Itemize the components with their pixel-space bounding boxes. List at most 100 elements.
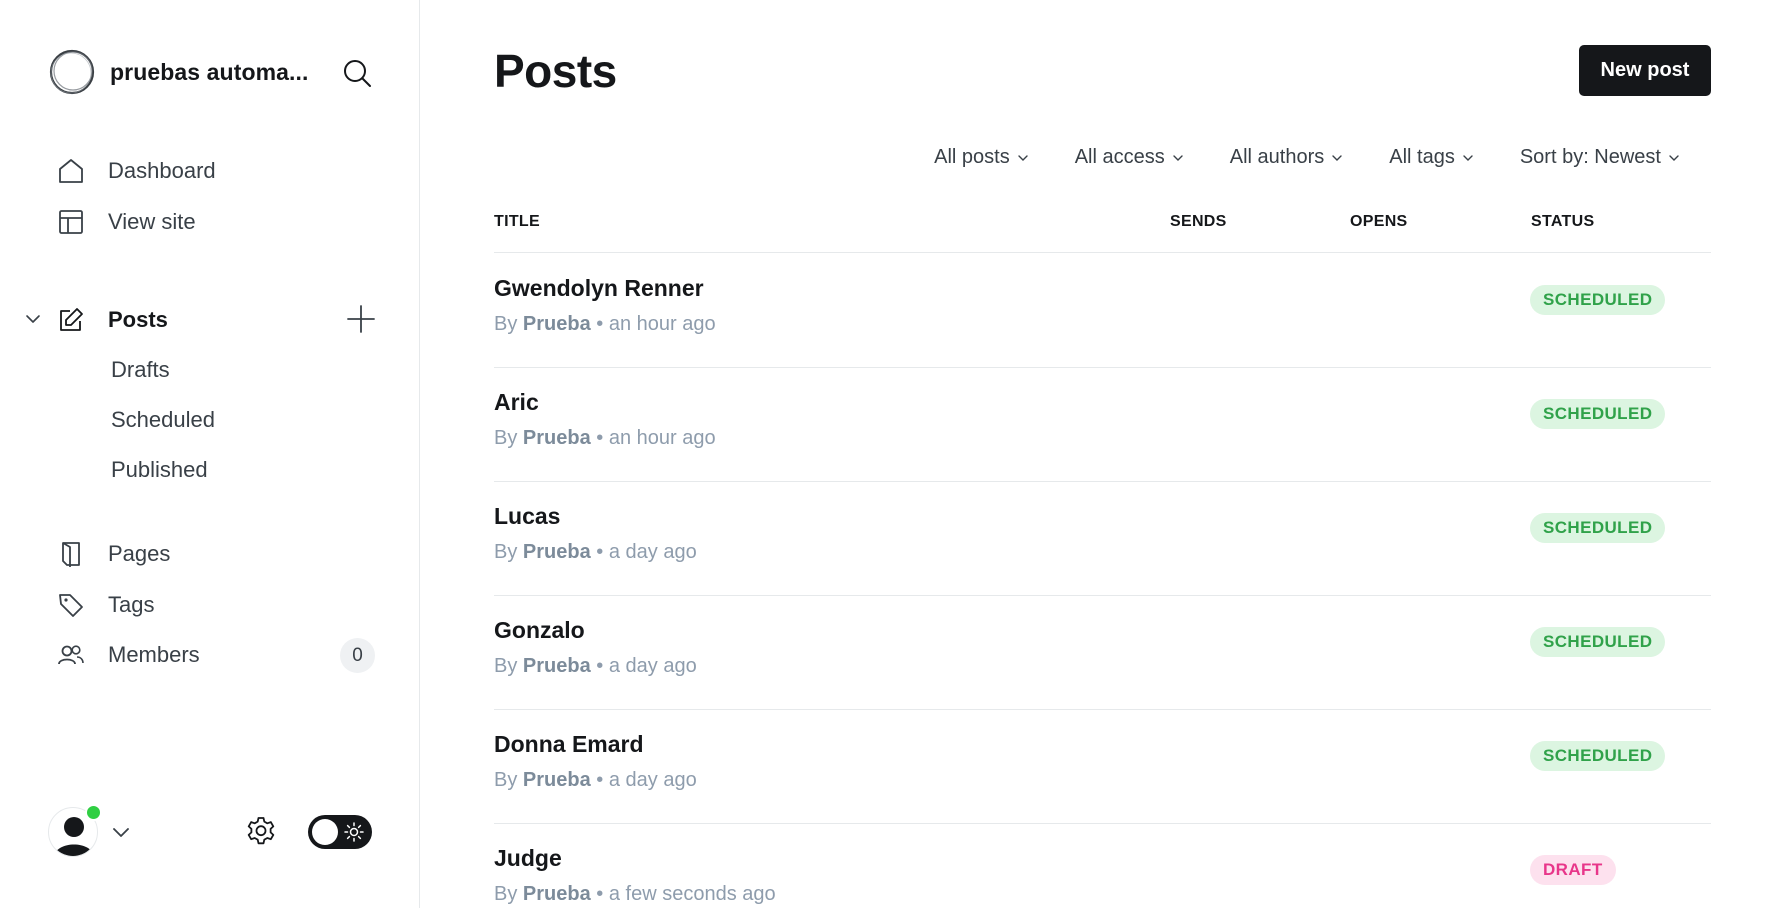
- gear-icon: [247, 817, 275, 845]
- post-meta-by: By: [494, 427, 518, 449]
- status-badge: SCHEDULED: [1530, 285, 1666, 315]
- settings-button[interactable]: [244, 814, 278, 848]
- post-meta-separator: •: [596, 427, 604, 449]
- toggle-knob: [312, 819, 338, 845]
- table-row[interactable]: Aric By Prueba • an hour ago SCHEDULED: [494, 367, 1711, 481]
- posts-collapse-toggle[interactable]: [22, 308, 44, 330]
- post-meta: By Prueba • an hour ago: [494, 313, 716, 336]
- members-icon: [56, 640, 86, 670]
- chevron-down-icon: [1018, 154, 1028, 161]
- nav-pages[interactable]: Pages: [56, 536, 386, 572]
- page-title: Posts: [494, 45, 617, 97]
- post-title: Judge: [494, 845, 562, 871]
- post-meta-by: By: [494, 655, 518, 677]
- new-post-button[interactable]: New post: [1579, 45, 1711, 96]
- nav-pages-label: Pages: [108, 541, 171, 566]
- post-author: Prueba: [522, 769, 591, 791]
- nav-view-site[interactable]: View site: [56, 204, 386, 240]
- theme-toggle[interactable]: [308, 815, 372, 849]
- post-author: Prueba: [522, 313, 591, 335]
- search-icon: [344, 60, 371, 87]
- online-status-dot: [85, 804, 102, 821]
- post-meta-separator: •: [596, 541, 604, 563]
- site-logo: [49, 49, 95, 95]
- filter-tags-label: All tags: [1389, 146, 1455, 168]
- status-badge: SCHEDULED: [1530, 399, 1666, 429]
- filter-bar: All posts All access All authors All tag…: [888, 146, 1680, 169]
- post-title: Gwendolyn Renner: [494, 275, 704, 301]
- home-icon: [56, 156, 86, 186]
- status-badge: SCHEDULED: [1530, 627, 1666, 657]
- plus-icon: [347, 305, 375, 333]
- nav-dashboard[interactable]: Dashboard: [56, 153, 386, 189]
- column-header-title: TITLE: [494, 213, 540, 230]
- post-time: a day ago: [608, 769, 697, 791]
- site-brand[interactable]: pruebas automa...: [48, 48, 309, 96]
- search-button[interactable]: [340, 56, 374, 90]
- post-meta-by: By: [494, 883, 518, 905]
- tag-icon: [56, 590, 86, 620]
- status-badge: SCHEDULED: [1530, 741, 1666, 771]
- chevron-down-icon: [1463, 154, 1473, 161]
- post-meta-by: By: [494, 541, 518, 563]
- post-author: Prueba: [522, 541, 591, 563]
- column-header-sends: SENDS: [1170, 213, 1227, 230]
- post-time: a day ago: [608, 541, 697, 563]
- post-meta-separator: •: [596, 313, 604, 335]
- filter-access-label: All access: [1074, 146, 1165, 168]
- post-meta: By Prueba • a day ago: [494, 541, 697, 564]
- sidebar: pruebas automa... Dashboard View site Po…: [0, 0, 420, 908]
- post-author: Prueba: [522, 427, 591, 449]
- post-meta-separator: •: [596, 883, 604, 905]
- filter-tags[interactable]: All tags: [1389, 146, 1474, 169]
- table-row[interactable]: Gonzalo By Prueba • a day ago SCHEDULED: [494, 595, 1711, 709]
- chevron-down-icon: [113, 828, 129, 837]
- post-title: Donna Emard: [494, 731, 644, 757]
- post-meta-separator: •: [596, 769, 604, 791]
- table-row[interactable]: Lucas By Prueba • a day ago SCHEDULED: [494, 481, 1711, 595]
- table-row[interactable]: Gwendolyn Renner By Prueba • an hour ago…: [494, 253, 1711, 367]
- post-time: an hour ago: [608, 427, 716, 449]
- chevron-down-icon: [26, 315, 40, 323]
- post-meta: By Prueba • a day ago: [494, 769, 697, 792]
- post-title: Aric: [494, 389, 539, 415]
- post-author: Prueba: [522, 655, 591, 677]
- filter-authors-label: All authors: [1229, 146, 1325, 168]
- table-row[interactable]: Donna Emard By Prueba • a day ago SCHEDU…: [494, 709, 1711, 823]
- add-post-button[interactable]: [344, 302, 378, 336]
- nav-drafts[interactable]: Drafts: [111, 357, 170, 383]
- filter-sort[interactable]: Sort by: Newest: [1520, 146, 1680, 169]
- post-time: a few seconds ago: [608, 883, 776, 905]
- post-meta: By Prueba • an hour ago: [494, 427, 716, 450]
- filter-type[interactable]: All posts: [934, 146, 1029, 169]
- members-count-badge: 0: [340, 638, 375, 673]
- nav-tags-label: Tags: [108, 592, 155, 617]
- nav-scheduled[interactable]: Scheduled: [111, 407, 215, 433]
- user-menu-toggle[interactable]: [111, 822, 131, 842]
- nav-members[interactable]: Members: [56, 637, 386, 673]
- column-header-status: STATUS: [1531, 213, 1595, 230]
- sun-icon: [344, 822, 364, 842]
- nav-posts[interactable]: Posts: [56, 302, 386, 338]
- chevron-down-icon: [1173, 154, 1183, 161]
- nav-tags[interactable]: Tags: [56, 587, 386, 623]
- chevron-down-icon: [1332, 154, 1342, 161]
- post-meta: By Prueba • a few seconds ago: [494, 883, 776, 906]
- post-author: Prueba: [522, 883, 591, 905]
- post-title: Lucas: [494, 503, 561, 529]
- post-time: a day ago: [608, 655, 697, 677]
- post-meta-separator: •: [596, 655, 604, 677]
- filter-type-label: All posts: [934, 146, 1010, 168]
- column-header-opens: OPENS: [1350, 213, 1408, 230]
- post-time: an hour ago: [608, 313, 716, 335]
- nav-published[interactable]: Published: [111, 457, 208, 483]
- post-meta-by: By: [494, 313, 518, 335]
- layout-icon: [56, 207, 86, 237]
- pencil-square-icon: [56, 305, 86, 335]
- filter-authors[interactable]: All authors: [1230, 146, 1344, 169]
- post-meta-by: By: [494, 769, 518, 791]
- status-badge: DRAFT: [1530, 855, 1616, 885]
- filter-access[interactable]: All access: [1075, 146, 1184, 169]
- table-row[interactable]: Judge By Prueba • a few seconds ago DRAF…: [494, 823, 1711, 908]
- post-title: Gonzalo: [494, 617, 585, 643]
